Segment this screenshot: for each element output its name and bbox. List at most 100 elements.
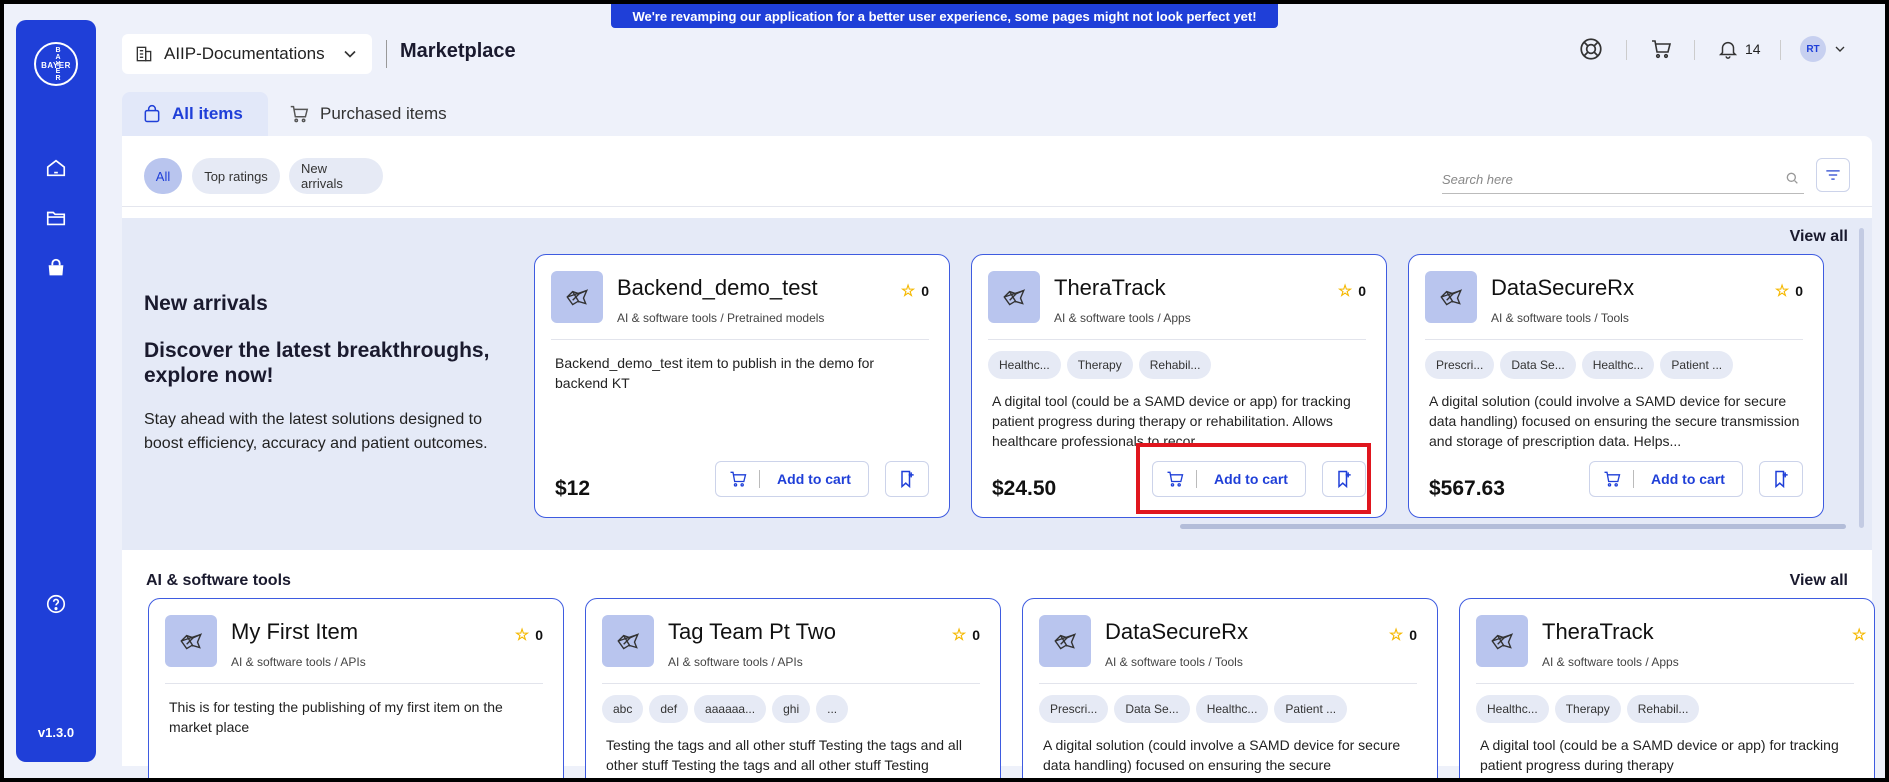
tag[interactable]: Therapy xyxy=(1066,351,1133,379)
new-arrivals-section: View all New arrivals Discover the lates… xyxy=(122,218,1872,550)
product-name: TheraTrack xyxy=(1054,275,1166,300)
tag-list: Prescri... Data Se... Healthc... Patient… xyxy=(1039,695,1348,723)
tag[interactable]: Data Se... xyxy=(1500,351,1576,379)
product-name: My First Item xyxy=(231,619,359,644)
product-card[interactable]: My First Item AI & software tools / APIs… xyxy=(148,598,564,778)
star-icon: ☆ xyxy=(900,283,916,300)
notifications-button[interactable]: 14 xyxy=(1717,34,1761,64)
bag-icon xyxy=(144,105,160,123)
section-title: New arrivals xyxy=(144,292,268,315)
header-divider xyxy=(386,40,387,68)
tag[interactable]: ... xyxy=(816,695,849,723)
tag[interactable]: Prescri... xyxy=(1039,695,1109,723)
tag[interactable]: aaaaaa... xyxy=(694,695,767,723)
product-card[interactable]: DataSecureRx AI & software tools / Tools… xyxy=(1022,598,1438,778)
tag-list: abc def aaaaaa... ghi ... xyxy=(602,695,849,723)
star-icon: ☆ xyxy=(1852,627,1867,644)
building-icon xyxy=(136,46,152,62)
vertical-scrollbar[interactable] xyxy=(1859,228,1864,528)
product-description: A digital tool (could be a SAMD device o… xyxy=(992,393,1351,449)
rating-value: 0 xyxy=(1409,627,1417,643)
product-description: This is for testing the publishing of my… xyxy=(169,699,503,735)
network-icon xyxy=(1003,289,1026,306)
app-version: v1.3.0 xyxy=(37,725,75,740)
product-description: A digital solution (could involve a SAMD… xyxy=(1429,393,1800,449)
product-card[interactable]: Tag Team Pt Two AI & software tools / AP… xyxy=(585,598,1001,778)
product-card[interactable]: TheraTrack AI & software tools / Apps ☆ … xyxy=(1459,598,1875,778)
bookmark-button[interactable] xyxy=(1759,461,1803,497)
user-menu[interactable]: RT xyxy=(1800,34,1848,64)
divider xyxy=(122,206,1872,207)
filter-all[interactable]: All xyxy=(144,158,182,194)
tab-purchased-items[interactable]: Purchased items xyxy=(268,92,467,136)
add-to-cart-button[interactable]: Add to cart xyxy=(715,461,869,497)
support-icon[interactable] xyxy=(1578,34,1604,64)
help-icon[interactable] xyxy=(42,590,70,618)
workspace-selector[interactable]: AIIP-Documentations xyxy=(122,34,372,74)
divider xyxy=(551,339,929,340)
rating-value: 0 xyxy=(921,283,929,299)
tag[interactable]: def xyxy=(649,695,689,723)
network-icon xyxy=(180,633,203,650)
filter-new-arrivals[interactable]: New arrivals xyxy=(289,158,383,194)
rating-value: 0 xyxy=(1358,283,1366,299)
rating-value: 0 xyxy=(535,627,543,643)
tag[interactable]: Therapy xyxy=(1554,695,1621,723)
product-category: AI & software tools / Tools xyxy=(1105,655,1243,669)
network-icon xyxy=(1054,633,1077,650)
tag[interactable]: Healthc... xyxy=(988,351,1061,379)
product-thumbnail xyxy=(1476,615,1528,667)
bookmark-icon xyxy=(1775,470,1788,489)
page-title: Marketplace xyxy=(400,40,516,62)
filter-button[interactable] xyxy=(1816,158,1850,192)
product-thumbnail xyxy=(551,271,603,323)
cart-plus-icon xyxy=(1590,470,1634,488)
tag[interactable]: Healthc... xyxy=(1581,351,1655,379)
tag[interactable]: Rehabil... xyxy=(1626,695,1700,723)
product-price: $24.50 xyxy=(992,477,1057,500)
horizontal-scrollbar[interactable] xyxy=(1180,524,1846,529)
cart-icon[interactable] xyxy=(1649,34,1673,64)
product-category: AI & software tools / Tools xyxy=(1491,311,1629,325)
bayer-logo[interactable]: BAYER BAYER xyxy=(34,42,78,86)
add-to-cart-button[interactable]: Add to cart xyxy=(1589,461,1743,497)
tag[interactable]: Healthc... xyxy=(1476,695,1549,723)
tag[interactable]: Patient ... xyxy=(1660,351,1734,379)
product-category: AI & software tools / APIs xyxy=(668,655,803,669)
tag[interactable]: Prescri... xyxy=(1425,351,1495,379)
chevron-down-icon xyxy=(1835,46,1845,52)
cart-plus-icon xyxy=(716,470,760,488)
tag[interactable]: Healthc... xyxy=(1195,695,1269,723)
product-rating: ☆ 0 xyxy=(515,625,543,645)
product-card[interactable]: DataSecureRx AI & software tools / Tools… xyxy=(1408,254,1824,518)
tab-all-items[interactable]: All items xyxy=(122,92,268,136)
shopping-bag-icon[interactable] xyxy=(42,254,70,282)
search-icon[interactable] xyxy=(1784,170,1800,186)
bookmark-icon xyxy=(901,470,914,489)
search-input[interactable] xyxy=(1442,168,1762,190)
rating-value: 0 xyxy=(972,627,980,643)
folder-icon[interactable] xyxy=(42,204,70,232)
header-separator xyxy=(1694,40,1695,60)
section-title: AI & software tools xyxy=(146,572,291,589)
tag-list: Prescri... Data Se... Healthc... Patient… xyxy=(1425,351,1734,379)
cart-icon xyxy=(290,105,309,123)
view-all-link[interactable]: View all xyxy=(1790,228,1848,246)
product-card[interactable]: Backend_demo_test AI & software tools / … xyxy=(534,254,950,518)
tag[interactable]: abc xyxy=(602,695,644,723)
notification-count: 14 xyxy=(1745,41,1761,57)
tag[interactable]: Patient ... xyxy=(1274,695,1348,723)
filter-top-ratings[interactable]: Top ratings xyxy=(192,158,280,194)
sidebar: BAYER BAYER v1.3.0 xyxy=(16,20,96,762)
header-separator xyxy=(1626,40,1627,60)
bookmark-button[interactable] xyxy=(885,461,929,497)
avatar: RT xyxy=(1800,36,1826,62)
tag[interactable]: Rehabil... xyxy=(1138,351,1212,379)
workspace-name: AIIP-Documentations xyxy=(164,44,325,63)
view-all-link[interactable]: View all xyxy=(1790,572,1848,590)
network-icon xyxy=(1440,289,1463,306)
home-icon[interactable] xyxy=(42,154,70,182)
tag[interactable]: ghi xyxy=(772,695,811,723)
tag[interactable]: Data Se... xyxy=(1114,695,1190,723)
product-rating: ☆ 0 xyxy=(901,281,929,301)
